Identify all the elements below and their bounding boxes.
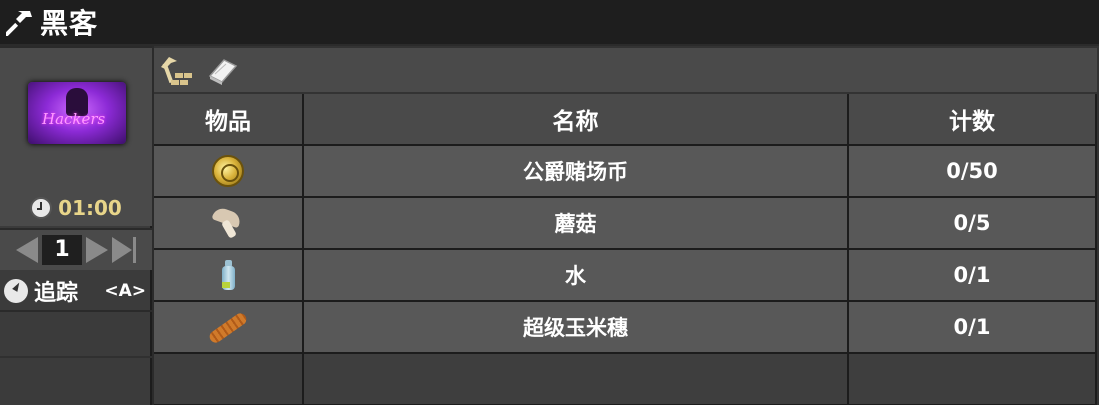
table-row[interactable]: 超级玉米穗 0/1	[154, 302, 1097, 354]
item-count: 0/1	[849, 302, 1097, 354]
requirements-toolbar	[154, 48, 1097, 92]
table-row[interactable]: 水 0/1	[154, 250, 1097, 302]
item-icon-cell	[154, 146, 304, 198]
item-count: 0/1	[849, 250, 1097, 302]
item-name: 公爵赌场币	[304, 146, 849, 198]
header-count: 计数	[849, 94, 1097, 146]
mushroom-icon	[211, 205, 245, 240]
table-row[interactable]: 蘑菇 0/5	[154, 198, 1097, 250]
track-label: 追踪	[34, 281, 79, 306]
poster-title: Hackers	[42, 110, 106, 128]
corn-cob-icon	[207, 310, 249, 345]
next-page-arrow-icon[interactable]	[86, 237, 108, 263]
compass-icon	[4, 279, 28, 303]
requirements-table: 物品 名称 计数 公爵赌场币 0/50 蘑菇 0/5 水 0/1 超级玉米穗 0…	[154, 94, 1097, 405]
title-bar: 黑客	[0, 0, 1099, 44]
water-bottle-icon	[219, 258, 237, 292]
table-row[interactable]: 公爵赌场币 0/50	[154, 146, 1097, 198]
book-icon[interactable]	[204, 52, 240, 88]
divider	[0, 356, 152, 358]
item-icon-cell	[154, 302, 304, 354]
table-header-row: 物品 名称 计数	[154, 94, 1097, 146]
item-name: 水	[304, 250, 849, 302]
track-quest-button[interactable]: 追踪 <A>	[0, 272, 152, 312]
requirements-panel: 物品 名称 计数 公爵赌场币 0/50 蘑菇 0/5 水 0/1 超级玉米穗 0…	[154, 46, 1099, 405]
item-count: 0/5	[849, 198, 1097, 250]
item-icon-cell	[154, 198, 304, 250]
item-count: 0/50	[849, 146, 1097, 198]
item-name: 超级玉米穗	[304, 302, 849, 354]
timer-value: 01:00	[58, 196, 122, 220]
empty-table-row	[154, 354, 1097, 405]
quest-poster-image: Hackers	[28, 82, 126, 144]
page-navigator: 1	[0, 228, 152, 270]
item-icon-cell	[154, 250, 304, 302]
header-item: 物品	[154, 94, 304, 146]
last-page-arrow-icon[interactable]	[112, 237, 136, 263]
track-hotkey: <A>	[104, 281, 146, 301]
coin-icon	[212, 155, 244, 187]
item-name: 蘑菇	[304, 198, 849, 250]
crafting-icon[interactable]	[158, 52, 194, 88]
clock-icon	[30, 197, 53, 219]
quest-info-panel: Hackers 01:00 1 追踪 <A>	[0, 46, 152, 405]
previous-page-arrow-icon[interactable]	[16, 237, 38, 263]
page-number: 1	[42, 235, 82, 265]
hammer-icon	[4, 6, 36, 38]
quest-timer: 01:00	[0, 196, 152, 220]
window-title: 黑客	[40, 7, 99, 40]
header-name: 名称	[304, 94, 849, 146]
